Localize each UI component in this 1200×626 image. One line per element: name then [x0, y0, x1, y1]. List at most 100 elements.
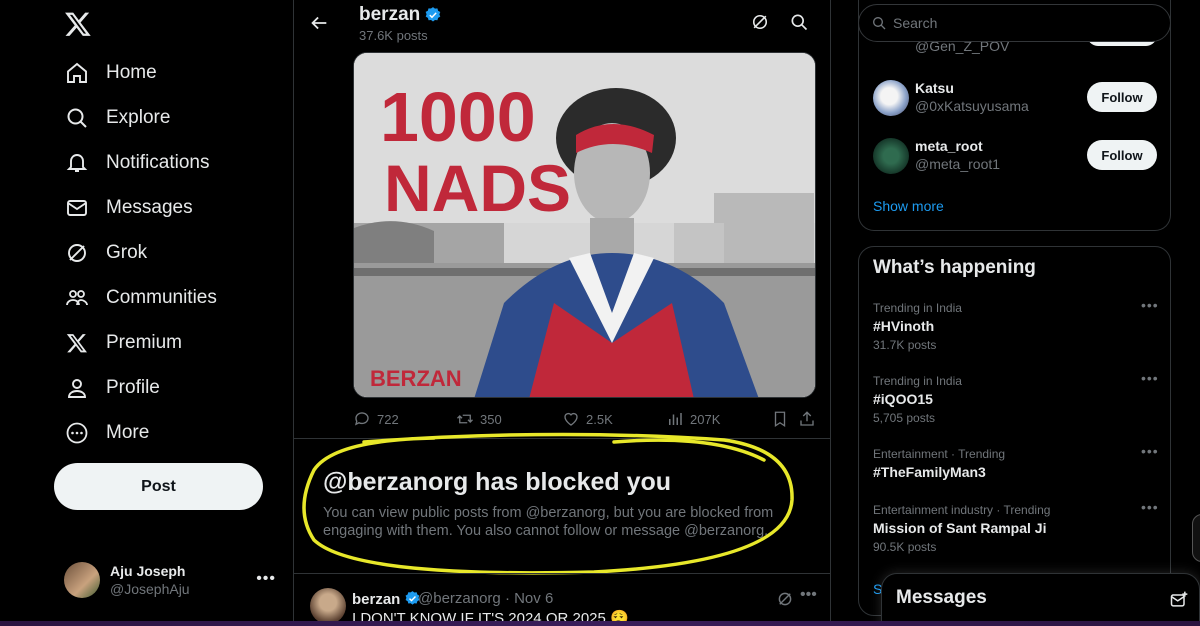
like-button[interactable]: 2.5K — [562, 410, 613, 428]
search-input[interactable] — [893, 15, 1153, 31]
nav-profile[interactable]: Profile — [64, 368, 160, 408]
avatar — [64, 562, 100, 598]
post-meta: @berzanorg · Nov 6 — [418, 590, 554, 607]
grok-icon[interactable] — [776, 590, 794, 608]
nav-messages[interactable]: Messages — [64, 188, 193, 228]
trend-name: #TheFamilyMan3 — [873, 464, 986, 480]
nav-explore-label: Explore — [106, 107, 171, 128]
account-switcher[interactable]: Aju Joseph @JosephAju ••• — [64, 560, 284, 600]
views-count: 207K — [690, 411, 721, 427]
nav-more[interactable]: More — [64, 413, 149, 453]
show-more-link[interactable]: Show more — [873, 198, 944, 214]
bookmark-button[interactable] — [771, 410, 795, 428]
person-icon — [64, 375, 90, 401]
more-dots-icon[interactable]: ••• — [800, 586, 817, 604]
more-circle-icon — [64, 420, 90, 446]
post-button[interactable]: Post — [54, 463, 263, 510]
suggestion-name: meta_root — [915, 138, 983, 154]
post-author-name: berzan — [352, 590, 401, 608]
x-logo-icon[interactable] — [64, 10, 92, 38]
views-button[interactable]: 207K — [666, 410, 720, 428]
messages-drawer-title: Messages — [896, 587, 987, 608]
follow-button[interactable]: Follow — [1087, 140, 1157, 170]
verified-badge-icon — [424, 6, 442, 24]
blocked-notice-body: You can view public posts from @berzanor… — [323, 505, 774, 539]
more-dots-icon[interactable]: ••• — [1141, 297, 1159, 313]
trend-name: Mission of Sant Rampal Ji — [873, 520, 1047, 536]
grok-icon[interactable] — [750, 12, 772, 34]
poster-headline-line1: 1000 — [380, 78, 536, 156]
trend-item[interactable]: Entertainment · Trending #TheFamilyMan3 … — [859, 443, 1170, 507]
search-icon[interactable] — [789, 12, 811, 34]
trend-posts: 5,705 posts — [873, 411, 936, 425]
blocked-notice-title: @berzanorg has blocked you — [323, 468, 672, 496]
nav-explore[interactable]: Explore — [64, 98, 170, 138]
repost-count: 350 — [480, 411, 502, 427]
profile-column: berzan 37.6K posts 1000 NADS BERZAN 722 … — [293, 0, 831, 626]
trend-name: #iQOO15 — [873, 391, 933, 407]
trend-context: Trending in India — [873, 374, 962, 388]
nav-notifications-label: Notifications — [106, 152, 210, 173]
trend-context: Entertainment · Trending — [873, 447, 1006, 461]
nav-notifications[interactable]: Notifications — [64, 143, 210, 183]
taskbar-edge — [0, 621, 1200, 626]
avatar[interactable] — [310, 588, 346, 624]
whats-happening-panel: What’s happening Trending in India #HVin… — [858, 246, 1171, 616]
trend-context: Trending in India — [873, 301, 962, 315]
nav-home[interactable]: Home — [64, 53, 157, 93]
bookmark-icon — [771, 410, 789, 428]
like-count: 2.5K — [586, 411, 613, 427]
nav-grok[interactable]: Grok — [64, 233, 147, 273]
suggestion-row[interactable]: meta_root @meta_root1 Follow — [859, 136, 1170, 182]
new-message-icon[interactable] — [1169, 590, 1189, 610]
nav-more-label: More — [106, 422, 150, 443]
nav-communities-label: Communities — [106, 287, 217, 308]
more-dots-icon[interactable]: ••• — [1141, 370, 1159, 386]
account-handle: @JosephAju — [110, 581, 190, 597]
nav-communities[interactable]: Communities — [64, 278, 217, 318]
repost-icon — [456, 410, 474, 428]
profile-name: berzan — [359, 4, 421, 25]
reply-icon — [353, 410, 371, 428]
more-dots-icon[interactable]: ••• — [1141, 443, 1159, 459]
search-bar[interactable] — [858, 4, 1171, 42]
avatar — [873, 138, 909, 174]
section-title: What’s happening — [873, 257, 1036, 278]
floating-panel-edge[interactable] — [1192, 514, 1200, 562]
back-arrow-icon[interactable] — [308, 12, 330, 34]
profile-header: berzan 37.6K posts — [294, 0, 830, 46]
trend-item[interactable]: Entertainment industry · Trending Missio… — [859, 499, 1170, 563]
trend-item[interactable]: Trending in India #iQOO15 5,705 posts ••… — [859, 370, 1170, 434]
suggestion-row[interactable]: Katsu @0xKatsuyusama Follow — [859, 78, 1170, 124]
avatar — [873, 80, 909, 116]
trend-posts: 90.5K posts — [873, 540, 937, 554]
follow-button[interactable]: Follow — [1087, 82, 1157, 112]
post-actions: 722 350 2.5K 207K — [353, 410, 816, 430]
repost-button[interactable]: 350 — [456, 410, 502, 428]
reply-button[interactable]: 722 — [353, 410, 399, 428]
nav-messages-label: Messages — [106, 197, 193, 218]
share-icon — [798, 410, 816, 428]
share-button[interactable] — [798, 410, 822, 428]
grok-icon — [64, 240, 90, 266]
post-item[interactable]: berzan @berzanorg · Nov 6 I DON'T KNOW I… — [294, 574, 830, 626]
suggestion-handle: @meta_root1 — [915, 156, 1001, 172]
search-icon — [871, 15, 887, 31]
envelope-icon — [64, 195, 90, 221]
more-dots-icon[interactable]: ••• — [1141, 499, 1159, 515]
people-icon — [64, 285, 90, 311]
views-chart-icon — [666, 410, 684, 428]
nav-premium[interactable]: Premium — [64, 323, 182, 363]
more-dots-icon[interactable]: ••• — [256, 570, 276, 588]
home-icon — [64, 60, 90, 86]
post-media-image[interactable]: 1000 NADS BERZAN — [353, 52, 816, 398]
nav-profile-label: Profile — [106, 377, 160, 398]
post-author[interactable]: berzan — [352, 590, 422, 608]
trend-item[interactable]: Trending in India #HVinoth 31.7K posts •… — [859, 297, 1170, 361]
divider — [294, 438, 830, 439]
posts-count: 37.6K posts — [359, 28, 428, 43]
messages-drawer[interactable]: Messages — [881, 573, 1200, 626]
suggestion-name: Katsu — [915, 80, 954, 96]
trend-context: Entertainment industry · Trending — [873, 503, 1051, 517]
search-icon — [64, 105, 90, 131]
